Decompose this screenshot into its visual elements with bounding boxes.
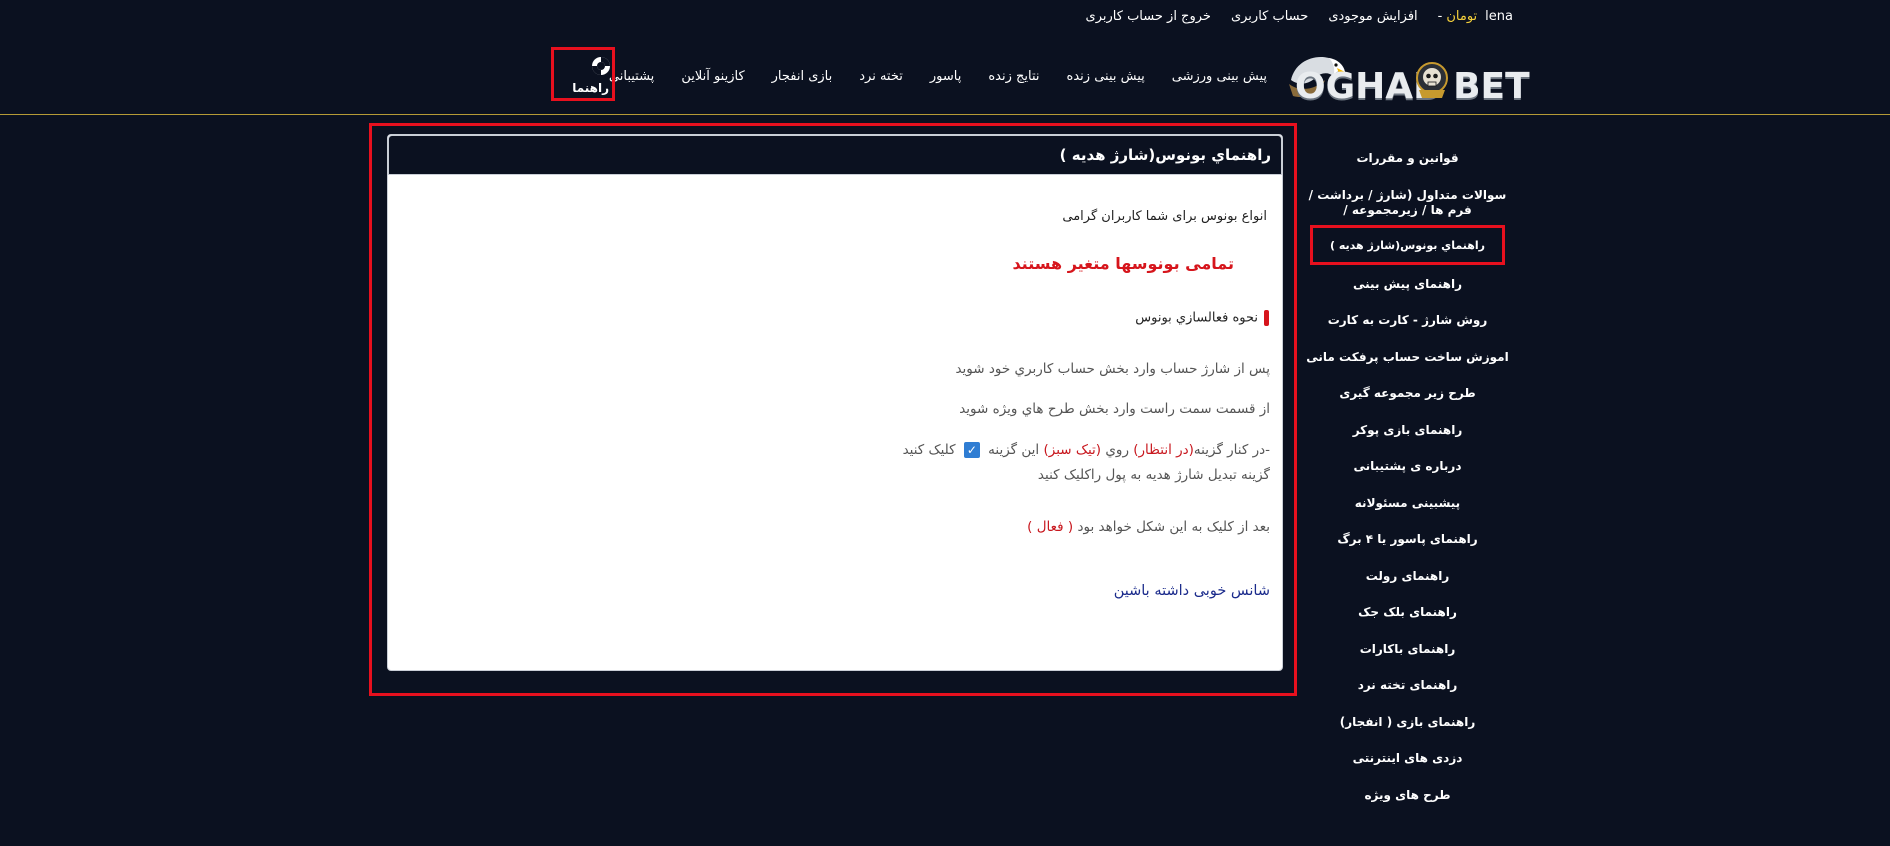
- sidebar-item-roulette-guide[interactable]: راهنمای رولت: [1295, 569, 1520, 584]
- top-bar: lena تومان - افزایش موجودی حساب کاربری خ…: [0, 0, 1890, 38]
- step-1-text: پس از شارژ حساب وارد بخش حساب کاربري خود…: [955, 361, 1270, 377]
- nav-crash-game[interactable]: بازی انفجار: [772, 69, 833, 84]
- logout-link[interactable]: خروج از حساب کاربری: [1086, 9, 1211, 24]
- lifebuoy-icon: [592, 57, 610, 75]
- step-3-text: -در کنار گزينه(در انتظار) روي (تيک سبز) …: [903, 442, 1270, 458]
- nav-pasoor[interactable]: پاسور: [930, 69, 961, 84]
- sidebar-item-special-plans[interactable]: طرح های ویژه: [1295, 788, 1520, 803]
- bonus-guide-panel: راهنماي بونوس(شارژ هديه ) انواع بونوس بر…: [387, 134, 1283, 671]
- nav-live-betting[interactable]: پیش بینی زنده: [1067, 69, 1145, 84]
- sidebar-item-perfect-money[interactable]: اموزش ساخت حساب پرفکت مانی: [1295, 350, 1520, 365]
- activation-heading: نحوه فعالسازي بونوس: [1135, 310, 1269, 326]
- checkbox-checked-icon: ✓: [963, 442, 980, 458]
- main-header: OGHAB BET پیش بینی ورزشی پیش بینی زنده ن…: [0, 38, 1890, 115]
- sidebar-item-about-support[interactable]: درباره ی پشتیبانی: [1295, 459, 1520, 474]
- step-3-pending: (در انتظار): [1133, 442, 1194, 458]
- username: lena: [1485, 9, 1513, 24]
- nav-help-button[interactable]: راهنما: [551, 47, 615, 101]
- intro-text: انواع بونوس برای شما کاربران گرامی: [1062, 209, 1267, 224]
- nav-live-results[interactable]: نتایج زنده: [988, 69, 1039, 84]
- account-bar: lena تومان - افزایش موجودی حساب کاربری خ…: [1066, 9, 1513, 24]
- step-2-text: از قسمت سمت راست وارد بخش طرح هاي ويژه ش…: [959, 401, 1270, 417]
- sidebar-item-responsible[interactable]: پیشبینی مسئولانه: [1295, 496, 1520, 511]
- logo-wordmark: OGHAB BET: [1295, 66, 1530, 107]
- step-3-part-f: کليک کنيد: [902, 442, 960, 458]
- sidebar-item-backgammon-guide[interactable]: راهنمای تخته نرد: [1295, 678, 1520, 693]
- sidebar-item-betting-guide[interactable]: راهنمای پیش بینی: [1295, 277, 1520, 292]
- step-4-part-a: بعد از کليک به اين شکل خواهد بود: [1073, 519, 1270, 535]
- step-4-text: بعد از کليک به اين شکل خواهد بود ( فعال …: [1027, 519, 1270, 535]
- nav-sports-betting[interactable]: پیش بینی ورزشی: [1172, 69, 1267, 84]
- step-3-part-c: روي: [1101, 442, 1134, 458]
- nav-backgammon[interactable]: تخته نرد: [859, 69, 903, 84]
- sidebar-item-internet-theft[interactable]: دزدی های اینترنتی: [1295, 751, 1520, 766]
- sidebar-item-baccarat-guide[interactable]: راهنمای باکارات: [1295, 642, 1520, 657]
- user-account-link[interactable]: حساب کاربری: [1231, 9, 1308, 24]
- sidebar-item-blackjack-guide[interactable]: راهنمای بلک جک: [1295, 605, 1520, 620]
- sidebar-item-rules[interactable]: قوانین و مقررات: [1295, 151, 1520, 166]
- warning-text: تمامی بونوسها متغیر هستند: [1012, 254, 1234, 273]
- sidebar-item-referral[interactable]: طرح زیر مجموعه گیری: [1295, 386, 1520, 401]
- skull-emblem-icon: [1416, 62, 1448, 98]
- increase-balance-link[interactable]: افزایش موجودی: [1328, 9, 1417, 24]
- sidebar-item-poker-guide[interactable]: راهنمای بازی پوکر: [1295, 423, 1520, 438]
- sidebar-item-bonus-guide[interactable]: راهنماي بونوس(شارژ هديه ): [1310, 225, 1505, 265]
- step-4-active: ( فعال ): [1027, 519, 1074, 535]
- step-3-green-tick: (تيک سبز): [1043, 442, 1102, 458]
- good-luck-text: شانس خوبی داشته باشین: [1113, 583, 1270, 599]
- help-label: راهنما: [572, 81, 609, 95]
- step-3-line-2: گزينه تبديل شارژ هديه به پول راکليک کنيد: [1037, 467, 1270, 483]
- sidebar-item-pasoor-guide[interactable]: راهنمای پاسور یا ۴ برگ: [1295, 532, 1520, 547]
- red-marker-icon: [1264, 310, 1269, 326]
- step-3-part-e: اين گزينه: [983, 442, 1044, 458]
- sidebar-item-card-to-card[interactable]: روش شارژ - کارت به کارت: [1295, 313, 1520, 328]
- sidebar-item-crash-guide[interactable]: راهنمای بازی ( انفجار): [1295, 715, 1520, 730]
- currency-label: تومان: [1446, 9, 1478, 24]
- sidebar-item-faq[interactable]: سوالات متداول (شارژ / برداشت / فرم ها / …: [1295, 188, 1520, 218]
- step-3-part-a: -در کنار گزينه: [1193, 442, 1270, 458]
- nav-online-casino[interactable]: کازینو آنلاین: [681, 69, 744, 84]
- panel-title: راهنماي بونوس(شارژ هديه ): [388, 135, 1282, 175]
- balance-separator: -: [1437, 9, 1443, 24]
- main-nav: پیش بینی ورزشی پیش بینی زنده نتایج زنده …: [582, 38, 1267, 114]
- site-logo[interactable]: OGHAB BET: [1285, 46, 1530, 107]
- activation-heading-text: نحوه فعالسازي بونوس: [1135, 310, 1258, 326]
- nav-support[interactable]: پشتیبانی: [609, 69, 654, 84]
